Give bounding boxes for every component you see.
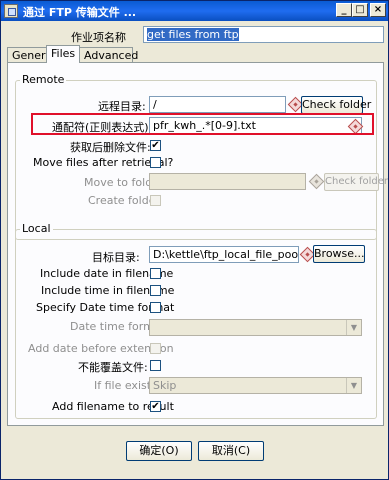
include-time-checkbox[interactable] xyxy=(150,285,161,296)
close-button[interactable]: × xyxy=(370,3,386,17)
add-to-result-checkbox[interactable]: ✔ xyxy=(150,401,161,412)
title-bar[interactable]: 通过 FTP 传输文件 ... _ □ × xyxy=(1,1,388,21)
chevron-down-icon: ▼ xyxy=(346,320,361,335)
ftp-dialog-window: 通过 FTP 传输文件 ... _ □ × 作业项名称 get files fr… xyxy=(0,0,389,480)
no-overwrite-checkbox[interactable] xyxy=(150,360,161,371)
date-format-combo[interactable]: ▼ xyxy=(149,319,362,336)
delete-after-label: 获取后删除文件: xyxy=(70,141,151,154)
add-before-ext-checkbox[interactable] xyxy=(150,343,161,354)
create-folder-checkbox[interactable] xyxy=(150,195,161,206)
if-exists-value: Skip xyxy=(153,379,177,392)
window-app-icon xyxy=(4,4,18,18)
move-to-folder-input[interactable] xyxy=(149,173,306,190)
job-entry-name-input[interactable]: get files from ftp xyxy=(143,26,384,43)
wildcard-highlight-box xyxy=(31,113,374,135)
move-check-folder-button[interactable]: Check folder xyxy=(324,173,388,191)
remote-dir-label: 远程目录: xyxy=(98,100,146,113)
remote-group-label: Remote xyxy=(20,73,67,86)
minimize-button[interactable]: _ xyxy=(336,3,352,17)
browse-button[interactable]: Browse... xyxy=(313,245,365,263)
window-title: 通过 FTP 传输文件 ... xyxy=(23,6,137,19)
tab-files[interactable]: Files xyxy=(46,45,80,63)
target-dir-label: 目标目录: xyxy=(92,251,140,264)
job-entry-name-label: 作业项名称 xyxy=(71,31,126,44)
target-dir-input[interactable]: D:\kettle\ftp_local_file_pool xyxy=(149,246,299,263)
move-after-checkbox[interactable] xyxy=(150,157,161,168)
delete-after-checkbox[interactable]: ✔ xyxy=(150,140,161,151)
ok-button[interactable]: 确定(O) xyxy=(126,441,192,461)
tab-advanced[interactable]: Advanced xyxy=(79,47,138,63)
chevron-down-icon: ▼ xyxy=(346,378,361,393)
target-dir-value: D:\kettle\ftp_local_file_pool xyxy=(153,248,299,261)
check-folder-button[interactable]: Check folder xyxy=(301,96,371,114)
maximize-button[interactable]: □ xyxy=(352,3,368,17)
job-entry-name-value: get files from ftp xyxy=(147,28,239,41)
include-date-checkbox[interactable] xyxy=(150,268,161,279)
no-overwrite-label: 不能覆盖文件: xyxy=(78,361,148,374)
remote-dir-value: / xyxy=(153,98,157,111)
local-group-label: Local xyxy=(20,222,53,235)
specify-format-checkbox[interactable] xyxy=(150,302,161,313)
cancel-button[interactable]: 取消(C) xyxy=(198,441,264,461)
if-exists-label: If file exists xyxy=(94,379,157,392)
tab-general[interactable]: General xyxy=(7,47,55,63)
remote-dir-input[interactable]: / xyxy=(149,96,286,113)
if-exists-combo[interactable]: Skip ▼ xyxy=(149,377,362,394)
